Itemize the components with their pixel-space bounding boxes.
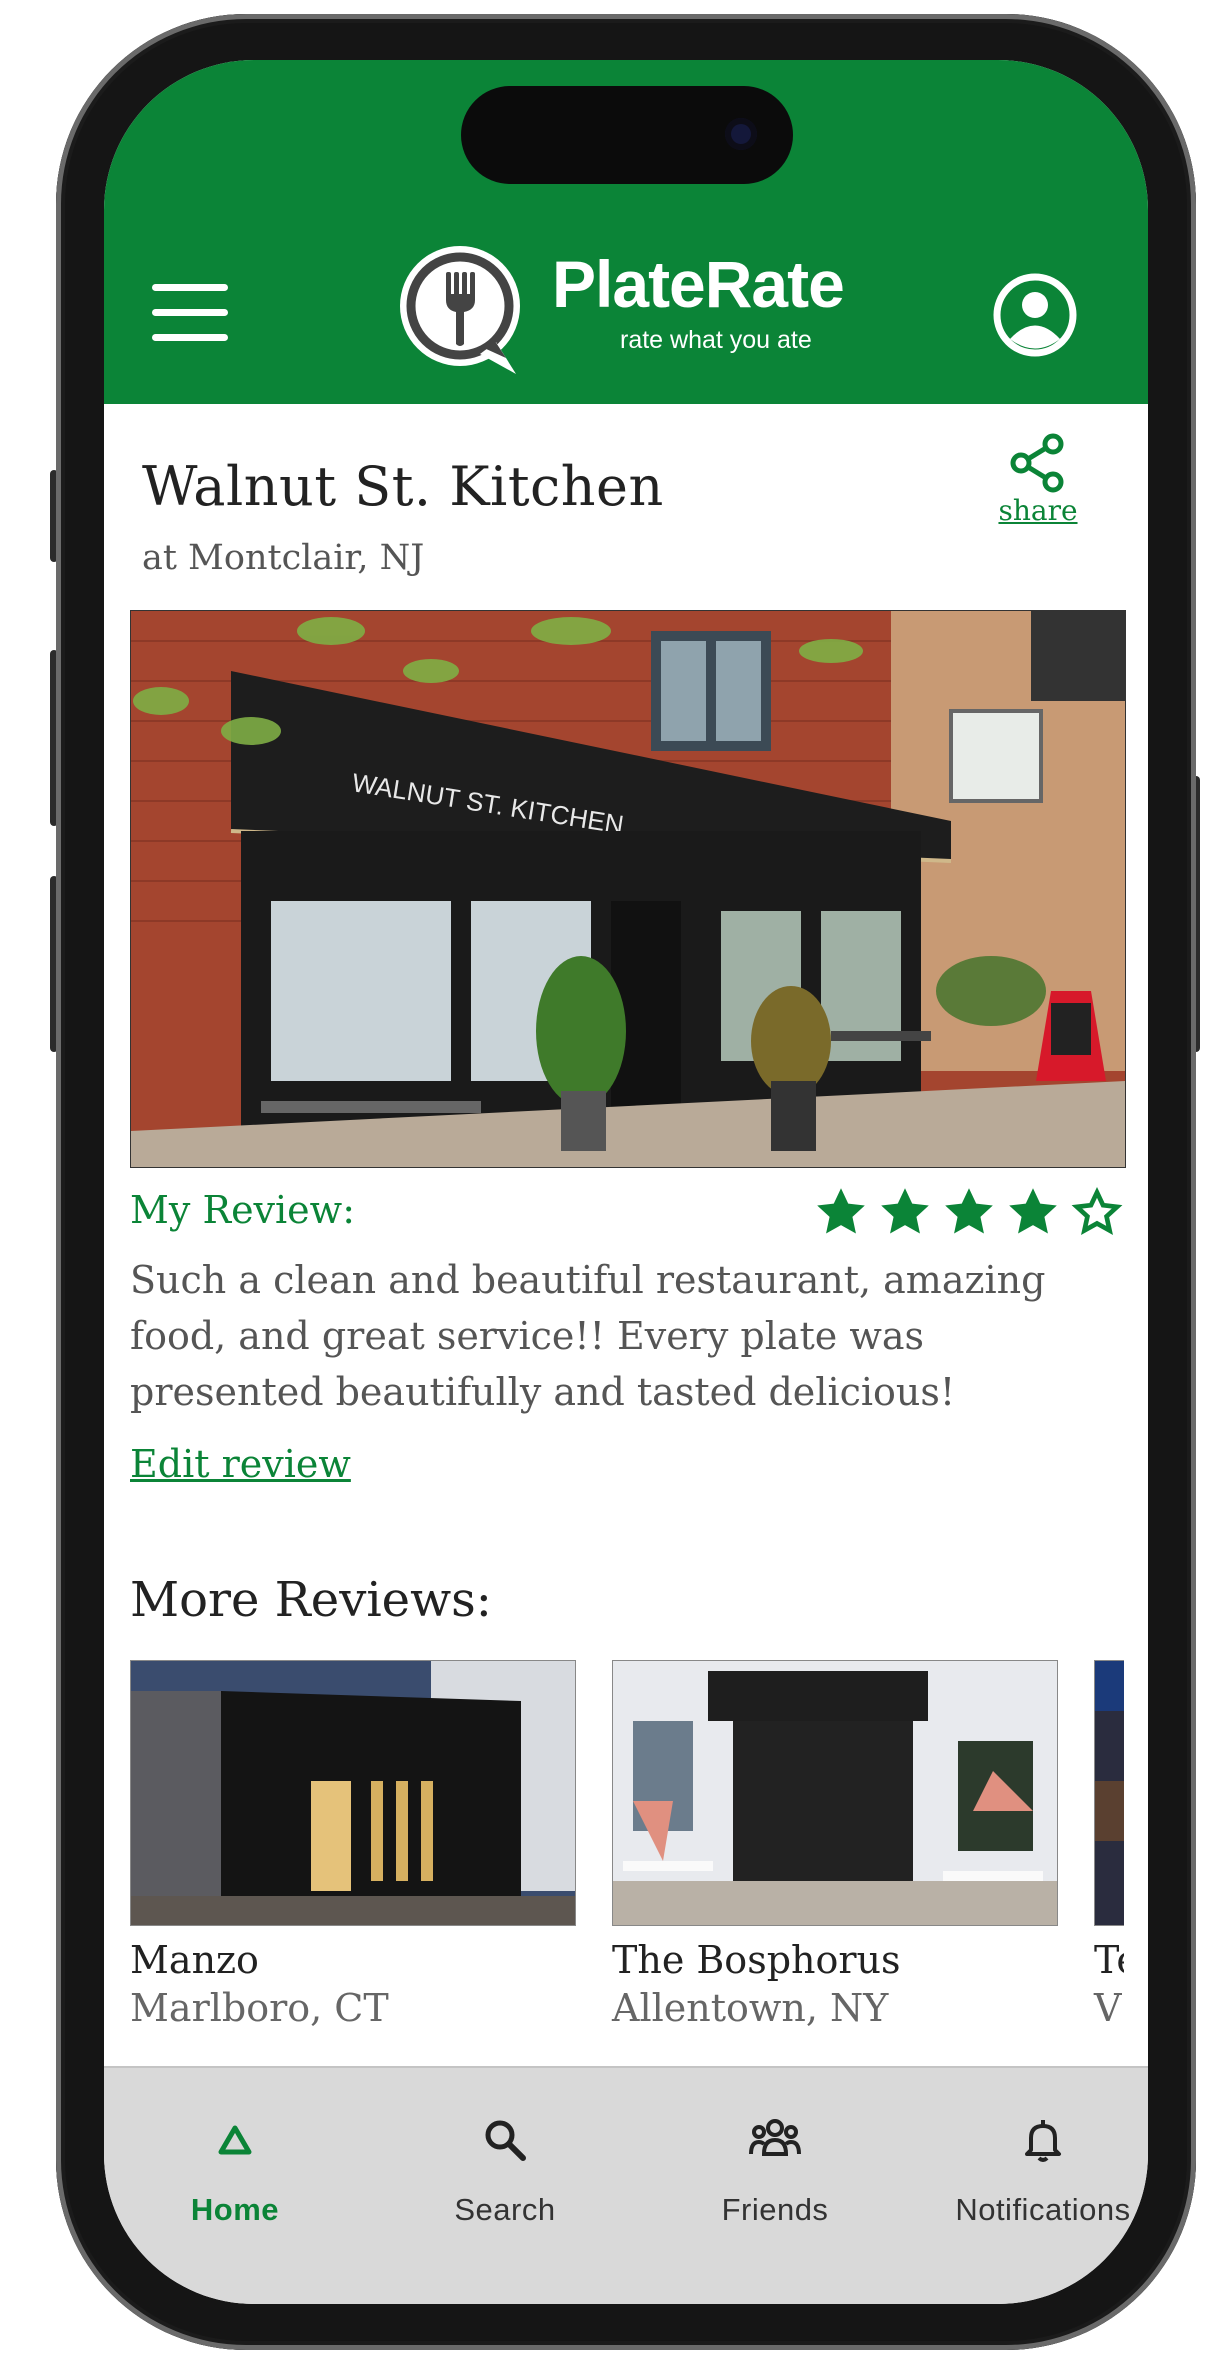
more-reviews-title: More Reviews: (130, 1572, 492, 1628)
review-card-location: Allentown, NY (612, 1986, 889, 2030)
review-card-photo (1094, 1660, 1124, 1926)
phone-frame: PlateRate rate what you ate Walnut St. K… (56, 14, 1196, 2350)
star-filled-icon[interactable] (940, 1184, 998, 1240)
share-label: share (998, 494, 1078, 527)
nav-notifications[interactable]: Notifications (908, 2112, 1148, 2228)
dynamic-island (461, 86, 793, 184)
review-card-location: V (1094, 1986, 1122, 2030)
share-icon (1010, 433, 1064, 493)
app-header: PlateRate rate what you ate (104, 60, 1148, 404)
restaurant-name: Walnut St. Kitchen (142, 455, 664, 518)
nav-home[interactable]: Home (104, 2112, 370, 2228)
review-card-name: Te (1094, 1938, 1124, 1982)
nav-label: Search (454, 2192, 556, 2227)
logo-wordmark: PlateRate (552, 247, 845, 321)
review-card-photo (612, 1660, 1058, 1926)
review-card-manzo[interactable]: Manzo Marlboro, CT (130, 1660, 576, 2030)
nav-friends[interactable]: Friends (640, 2112, 910, 2228)
review-card-the-bosphorus[interactable]: The Bosphorus Allentown, NY (612, 1660, 1058, 2030)
camera-lens (725, 118, 757, 150)
star-filled-icon[interactable] (1004, 1184, 1062, 1240)
logo-tagline: rate what you ate (620, 326, 812, 354)
nav-label: Notifications (955, 2192, 1131, 2227)
review-card-location: Marlboro, CT (130, 1986, 389, 2030)
bell-icon (1025, 2120, 1061, 2162)
edit-review-link[interactable]: Edit review (130, 1442, 351, 1486)
nav-label: Friends (721, 2192, 829, 2227)
share-button[interactable]: share (988, 432, 1088, 542)
nav-label: Home (190, 2192, 280, 2227)
review-card-name: The Bosphorus (612, 1938, 901, 1982)
my-review-text: Such a clean and beautiful restaurant, a… (130, 1258, 1046, 1414)
restaurant-photo: WALNUT ST. KITCHEN (130, 610, 1126, 1168)
app-screen: PlateRate rate what you ate Walnut St. K… (104, 60, 1148, 2304)
my-review-label: My Review: (130, 1188, 355, 1232)
more-reviews-carousel[interactable]: Manzo Marlboro, CT The Bosphorus Allento… (130, 1660, 1124, 2090)
fork-speech-bubble-icon (400, 246, 520, 374)
rating-stars[interactable] (812, 1184, 1126, 1240)
app-logo: PlateRate rate what you ate (392, 236, 892, 386)
star-filled-icon[interactable] (876, 1184, 934, 1240)
search-icon (485, 2120, 526, 2161)
nav-search[interactable]: Search (370, 2112, 640, 2228)
review-card-name: Manzo (130, 1938, 259, 1982)
star-outline-icon[interactable] (1068, 1184, 1126, 1240)
bottom-navigation: Home Search Friends Notifications (104, 2066, 1148, 2304)
user-circle-icon[interactable] (992, 272, 1078, 358)
hamburger-menu-icon[interactable] (152, 284, 228, 342)
home-triangle-icon (218, 2125, 252, 2155)
review-card-partial[interactable]: Te V (1094, 1660, 1124, 2030)
friends-icon (749, 2119, 801, 2156)
restaurant-location: at Montclair, NJ (142, 538, 425, 578)
review-card-photo (130, 1660, 576, 1926)
star-filled-icon[interactable] (812, 1184, 870, 1240)
